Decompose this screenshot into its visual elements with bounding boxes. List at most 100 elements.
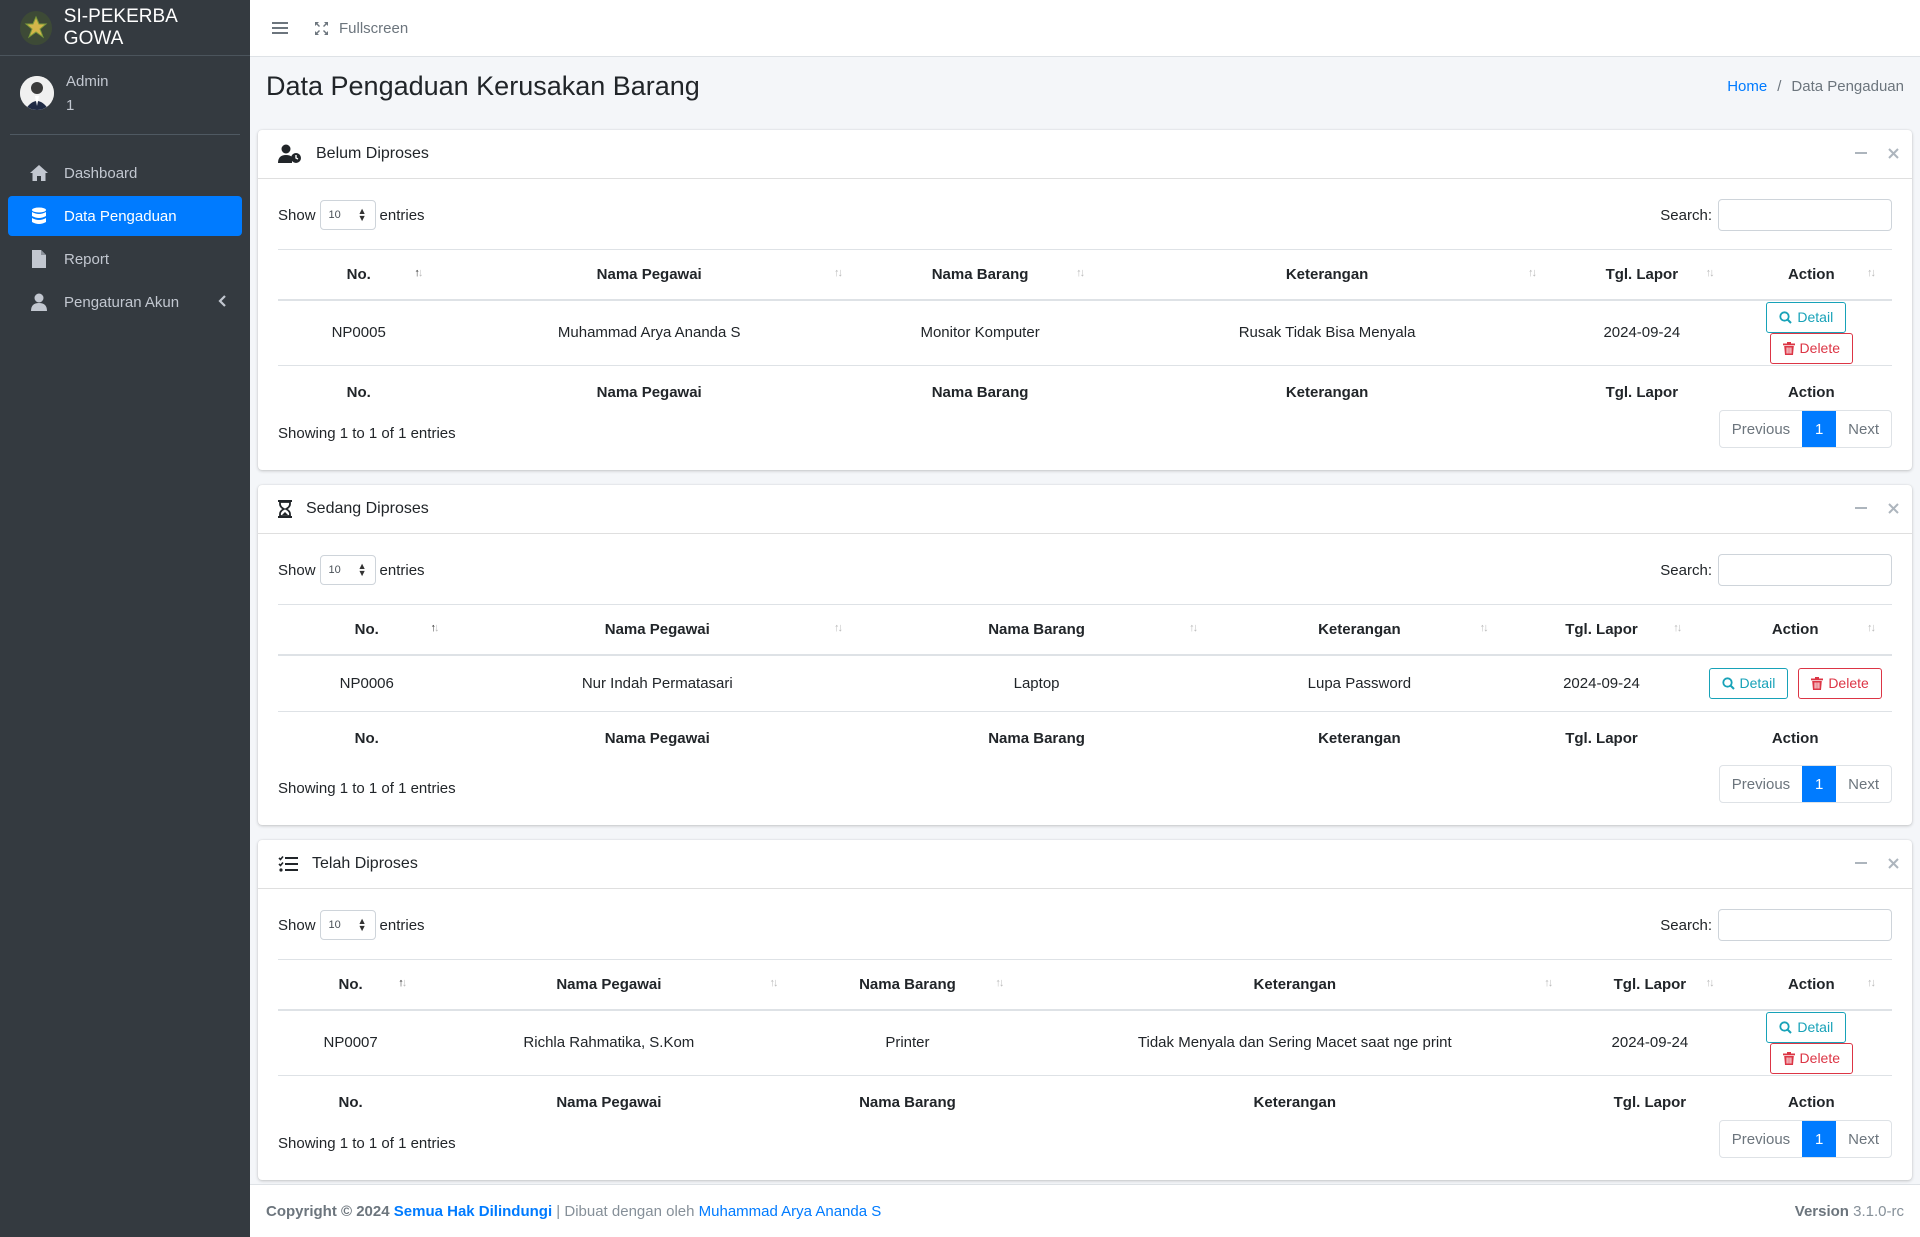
chevron-left-icon — [218, 294, 226, 311]
breadcrumb: Home / Data Pengaduan — [1727, 78, 1904, 95]
column-header[interactable]: Nama Pegawai ↑↓ — [439, 249, 860, 301]
sort-icon: ↑↓ — [1867, 977, 1876, 989]
footer-author-link[interactable]: Muhammad Arya Ananda S — [699, 1203, 882, 1220]
close-icon[interactable] — [1884, 854, 1902, 872]
column-header[interactable]: Nama Pegawai ↑↓ — [423, 959, 795, 1011]
page-1-button[interactable]: 1 — [1802, 766, 1837, 802]
column-header[interactable]: Tgl. Lapor ↑↓ — [1553, 249, 1731, 301]
previous-button[interactable]: Previous — [1720, 766, 1802, 802]
search-label: Search: — [1660, 916, 1712, 934]
column-header[interactable]: Tgl. Lapor ↑↓ — [1504, 604, 1699, 656]
column-header[interactable]: Tgl. Lapor ↑↓ — [1569, 959, 1731, 1011]
table-header-row: No. ↑↓ Nama Pegawai ↑↓ Nama Barang ↑↓ Keterang… — [278, 604, 1892, 656]
page-1-button[interactable]: 1 — [1802, 411, 1837, 447]
column-header[interactable]: No. ↑↓ — [278, 249, 440, 301]
entries-select[interactable]: 10 ▲ ▼ — [319, 200, 376, 230]
search-input[interactable] — [1718, 909, 1892, 941]
column-footer: Action — [1698, 711, 1892, 766]
search-icon — [1721, 677, 1735, 690]
next-button[interactable]: Next — [1836, 411, 1891, 447]
card-0: Belum Diproses Show 10 ▲ ▼ entries Search: No. ↑… — [258, 130, 1912, 470]
column-header[interactable]: Nama Barang ↑↓ — [859, 249, 1102, 301]
sidebar-item-pengaturan-akun[interactable]: Pengaturan Akun — [8, 282, 242, 322]
home-icon — [28, 164, 50, 182]
detail-button[interactable]: Detail — [1708, 667, 1789, 699]
column-footer: Keterangan — [1101, 364, 1554, 419]
detail-label: Detail — [1797, 309, 1834, 325]
footer-made-by: | Dibuat dengan oleh — [556, 1202, 695, 1220]
cell-action: Detail Delete — [1730, 1009, 1892, 1075]
page-1-button[interactable]: 1 — [1802, 1121, 1837, 1157]
hamburger-menu-icon[interactable] — [272, 21, 288, 35]
breadcrumb-separator: / — [1777, 78, 1782, 95]
column-header[interactable]: Keterangan ↑↓ — [1020, 959, 1570, 1011]
fullscreen-button[interactable]: Fullscreen — [314, 20, 408, 37]
detail-button[interactable]: Detail — [1766, 301, 1847, 333]
column-header[interactable]: Nama Barang ↑↓ — [859, 604, 1215, 656]
column-header[interactable]: Nama Pegawai ↑↓ — [455, 604, 860, 656]
sidebar-item-report[interactable]: Report — [8, 239, 242, 279]
sidebar-item-data-pengaduan[interactable]: Data Pengaduan — [8, 196, 242, 236]
user-icon — [28, 293, 50, 311]
collapse-icon[interactable] — [1852, 854, 1870, 872]
sidebar-item-dashboard[interactable]: Dashboard — [8, 153, 242, 193]
cell-no: NP0007 — [278, 1009, 424, 1075]
collapse-icon[interactable] — [1852, 499, 1870, 517]
column-header[interactable]: Nama Barang ↑↓ — [794, 959, 1021, 1011]
column-header[interactable]: Action ↑↓ — [1730, 249, 1892, 301]
show-entries: Show 10 ▲ ▼ entries — [278, 555, 425, 585]
column-header[interactable]: Action ↑↓ — [1698, 604, 1892, 656]
user-id: 1 — [66, 97, 75, 114]
cell-tgl: 2024-09-24 — [1504, 654, 1699, 712]
close-icon[interactable] — [1884, 499, 1902, 517]
column-footer: Keterangan — [1214, 711, 1505, 766]
collapse-icon[interactable] — [1852, 144, 1870, 162]
table-row: NP0005 Muhammad Arya Ananda S Monitor Komp… — [278, 299, 1892, 365]
column-header-label: Action — [1787, 975, 1835, 993]
column-header-label: Nama Barang — [988, 620, 1085, 638]
delete-button[interactable]: Delete — [1769, 1042, 1854, 1074]
delete-button[interactable]: Delete — [1769, 332, 1854, 364]
expand-arrows-icon — [315, 21, 328, 35]
detail-label: Detail — [1797, 1019, 1834, 1035]
next-button[interactable]: Next — [1836, 766, 1891, 802]
next-button[interactable]: Next — [1836, 1121, 1891, 1157]
card-title: Belum Diproses — [316, 145, 429, 162]
card-header: Belum Diproses — [258, 130, 1912, 179]
cell-no: NP0005 — [278, 299, 440, 365]
column-header[interactable]: Keterangan ↑↓ — [1101, 249, 1554, 301]
column-header[interactable]: Keterangan ↑↓ — [1214, 604, 1505, 656]
column-footer: Tgl. Lapor — [1569, 1074, 1731, 1129]
delete-button[interactable]: Delete — [1798, 667, 1882, 699]
brand-logo — [20, 10, 52, 45]
footer-rights-link[interactable]: Semua Hak Dilindungi — [394, 1203, 552, 1220]
data-table: No. ↑↓ Nama Pegawai ↑↓ Nama Barang ↑↓ Keterang… — [278, 959, 1892, 1129]
breadcrumb-home-link[interactable]: Home — [1727, 78, 1767, 95]
column-footer: Nama Barang — [859, 711, 1215, 766]
user-name[interactable]: Admin — [66, 70, 109, 94]
search-input[interactable] — [1718, 199, 1892, 231]
show-label: Show — [278, 561, 316, 579]
column-header[interactable]: No. ↑↓ — [278, 959, 424, 1011]
table-row: NP0006 Nur Indah Permatasari Laptop Lupa Pa… — [278, 654, 1892, 712]
footer-copyright: Copyright © 2024 — [266, 1202, 390, 1220]
previous-button[interactable]: Previous — [1720, 411, 1802, 447]
delete-label: Delete — [1828, 675, 1869, 692]
sort-icon: ↑↓ — [995, 977, 1004, 989]
card-title: Telah Diproses — [312, 855, 418, 872]
entries-select[interactable]: 10 ▲ ▼ — [319, 555, 376, 585]
column-header[interactable]: No. ↑↓ — [278, 604, 456, 656]
brand-link[interactable]: SI-PEKERBA GOWA — [0, 0, 250, 56]
avatar[interactable] — [20, 76, 54, 110]
detail-button[interactable]: Detail — [1766, 1011, 1847, 1043]
close-icon[interactable] — [1884, 144, 1902, 162]
column-header-label: Tgl. Lapor — [1565, 620, 1638, 638]
entries-value: 10 — [328, 919, 341, 931]
column-header-label: No. — [346, 265, 371, 283]
entries-select[interactable]: 10 ▲ ▼ — [319, 910, 376, 940]
cell-keterangan: Tidak Menyala dan Sering Macet saat nge … — [1020, 1009, 1570, 1075]
user-clock-icon — [278, 144, 302, 164]
previous-button[interactable]: Previous — [1720, 1121, 1802, 1157]
column-header[interactable]: Action ↑↓ — [1730, 959, 1892, 1011]
search-input[interactable] — [1718, 554, 1892, 586]
